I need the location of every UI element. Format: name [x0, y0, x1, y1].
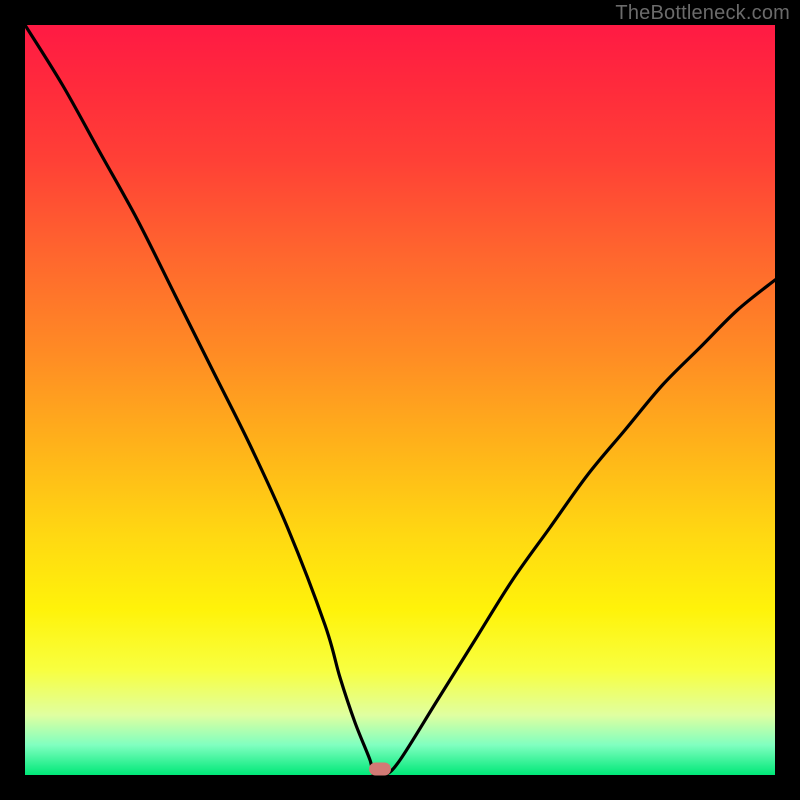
chart-plot-area: [25, 25, 775, 775]
optimal-point-marker: [369, 763, 391, 776]
chart-frame: TheBottleneck.com: [0, 0, 800, 800]
bottleneck-curve: [25, 25, 775, 775]
watermark-text: TheBottleneck.com: [615, 2, 790, 25]
